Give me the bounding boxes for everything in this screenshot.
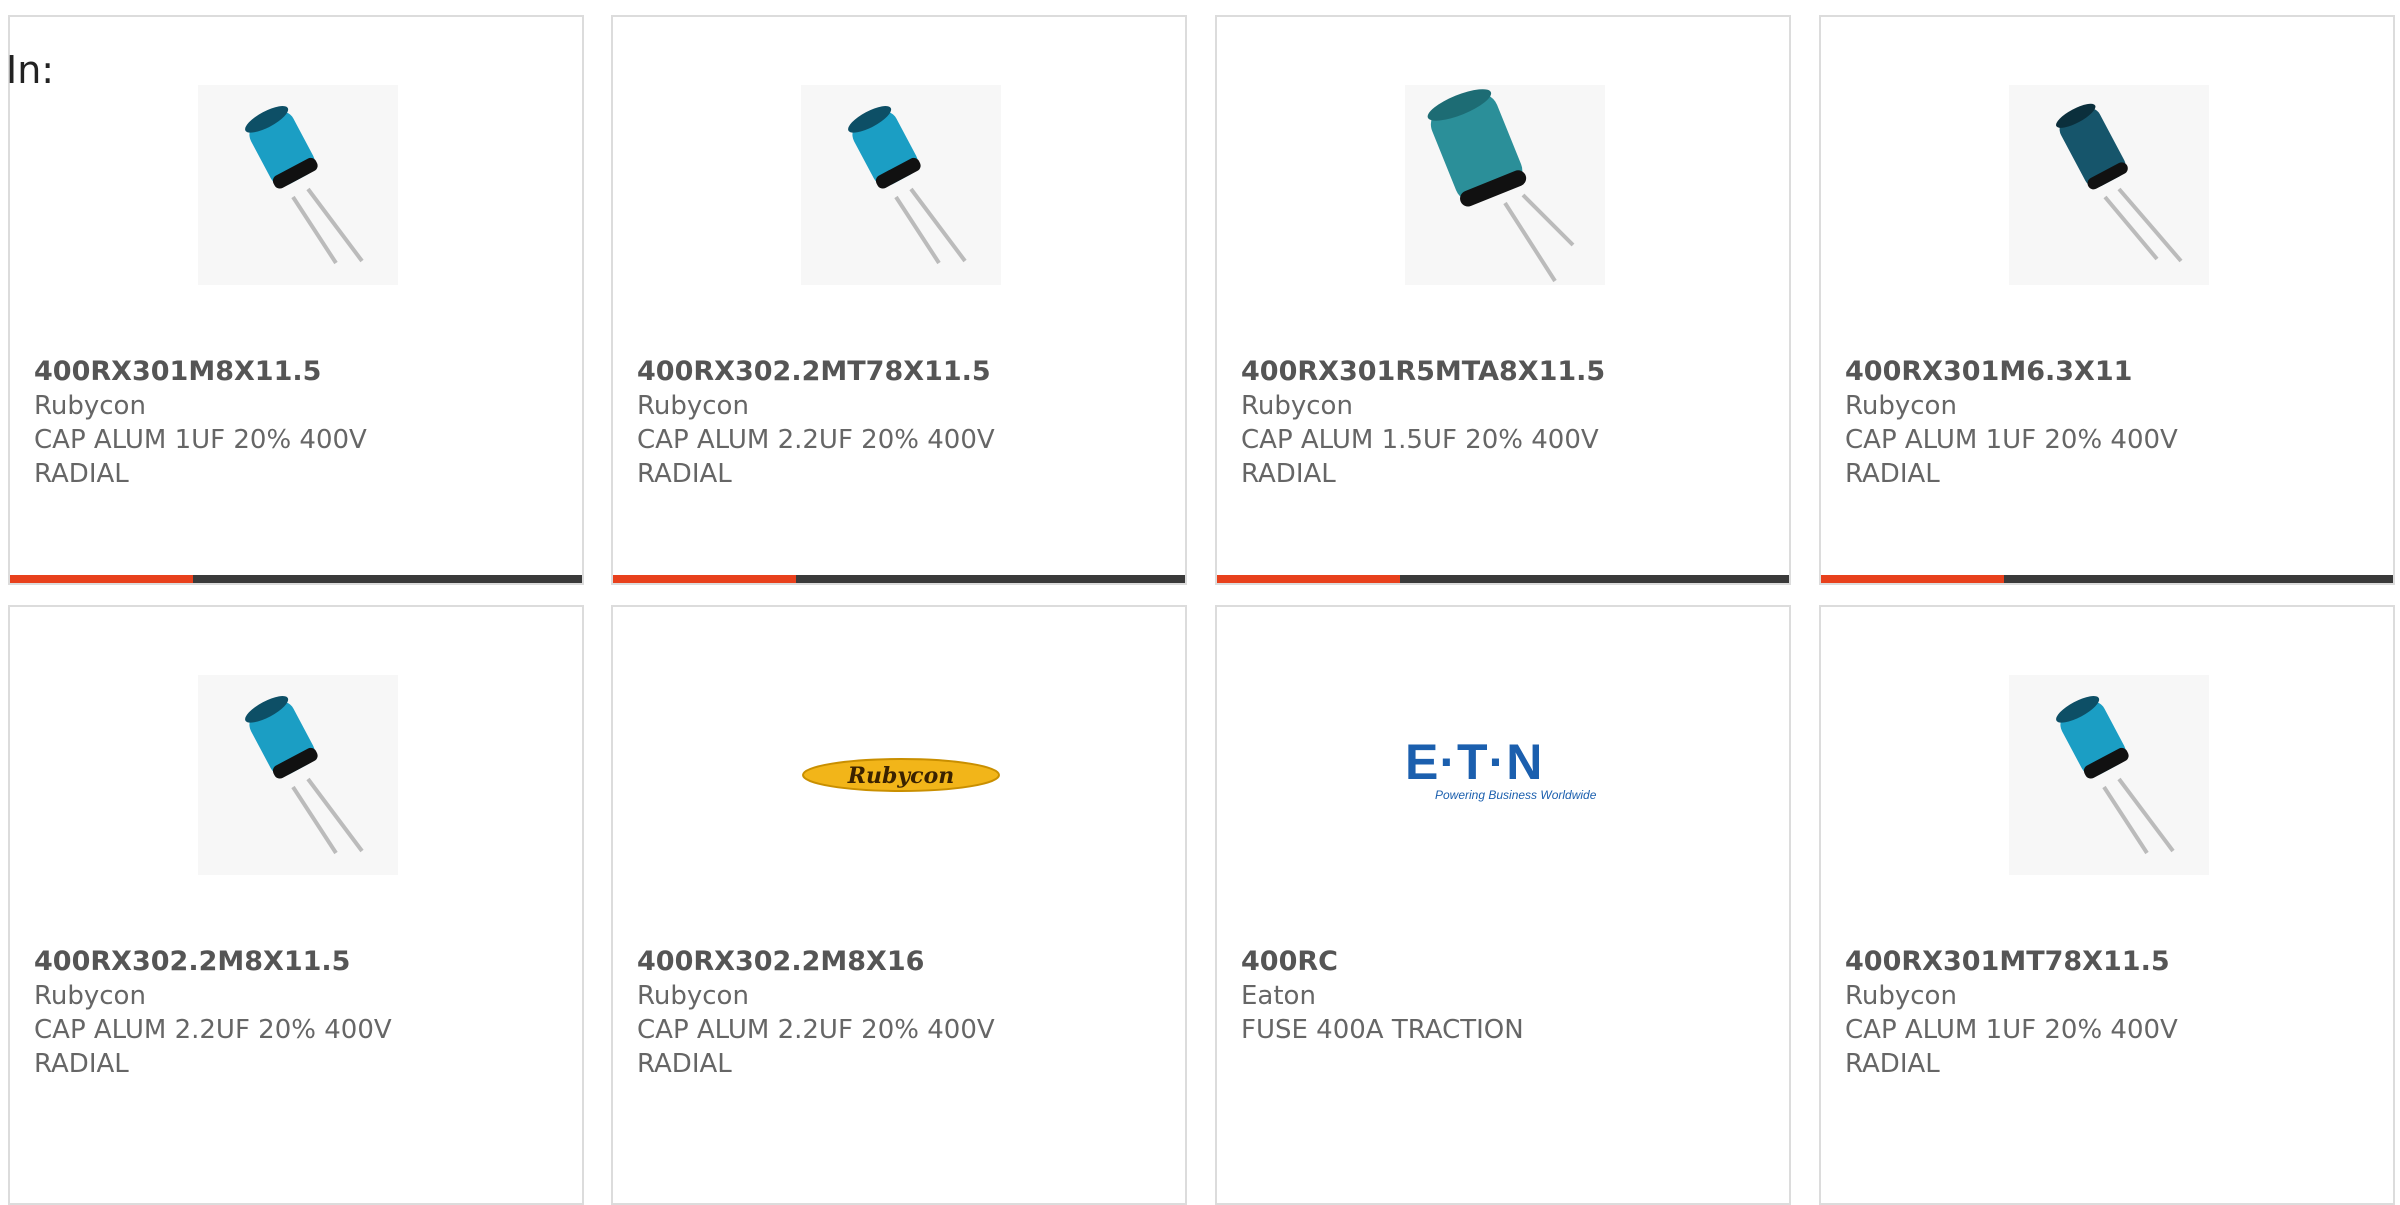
svg-text:Powering Business Worldwide: Powering Business Worldwide: [1435, 788, 1597, 802]
manufacturer: Rubycon: [637, 391, 749, 421]
description: FUSE 400A TRACTION: [1241, 1015, 1524, 1045]
card-accent: [1821, 575, 2004, 583]
manufacturer: Rubycon: [34, 391, 146, 421]
rubycon-logo: Rubycon: [802, 758, 1000, 792]
card-accent: [613, 575, 796, 583]
description-package: RADIAL: [1845, 459, 1940, 489]
product-image[interactable]: Rubycon: [801, 675, 1001, 875]
description-package: RADIAL: [1241, 459, 1336, 489]
part-number[interactable]: 400RX301R5MTA8X11.5: [1241, 355, 1769, 389]
manufacturer: Rubycon: [1845, 981, 1957, 1011]
part-number[interactable]: 400RX302.2MT78X11.5: [637, 355, 1165, 389]
description-package: RADIAL: [34, 459, 129, 489]
product-card[interactable]: 400RX302.2MT78X11.5 Rubycon CAP ALUM 2.2…: [611, 15, 1187, 585]
description: CAP ALUM 2.2UF 20% 400V: [637, 1015, 995, 1045]
product-image[interactable]: E·T·N Powering Business Worldwide: [1405, 675, 1605, 875]
card-footer-bar: [1821, 575, 2393, 583]
product-card[interactable]: 400RX301MT78X11.5 Rubycon CAP ALUM 1UF 2…: [1819, 605, 2395, 1205]
description: CAP ALUM 1UF 20% 400V: [34, 425, 367, 455]
card-footer-bar: [613, 575, 1185, 583]
card-accent: [10, 575, 193, 583]
product-image[interactable]: [1405, 85, 1605, 285]
svg-text:Rubycon: Rubycon: [847, 763, 955, 789]
description: CAP ALUM 2.2UF 20% 400V: [637, 425, 995, 455]
description: CAP ALUM 1UF 20% 400V: [1845, 425, 2178, 455]
product-card[interactable]: 400RX302.2M8X11.5 Rubycon CAP ALUM 2.2UF…: [8, 605, 584, 1205]
product-card[interactable]: 400RX301M8X11.5 Rubycon CAP ALUM 1UF 20%…: [8, 15, 584, 585]
product-card[interactable]: E·T·N Powering Business Worldwide 400RC …: [1215, 605, 1791, 1205]
part-number[interactable]: 400RX302.2M8X16: [637, 945, 1165, 979]
part-number[interactable]: 400RX301M6.3X11: [1845, 355, 2373, 389]
product-image[interactable]: [2009, 85, 2209, 285]
product-card[interactable]: Rubycon 400RX302.2M8X16 Rubycon CAP ALUM…: [611, 605, 1187, 1205]
manufacturer: Rubycon: [34, 981, 146, 1011]
description: CAP ALUM 1.5UF 20% 400V: [1241, 425, 1599, 455]
description: CAP ALUM 1UF 20% 400V: [1845, 1015, 2178, 1045]
description-package: RADIAL: [637, 459, 732, 489]
description-package: RADIAL: [1845, 1049, 1940, 1079]
capacitor-blue-icon: [2056, 696, 2175, 855]
product-card[interactable]: 400RX301M6.3X11 Rubycon CAP ALUM 1UF 20%…: [1819, 15, 2395, 585]
capacitor-blue-icon: [245, 696, 364, 855]
card-footer-bar: [10, 575, 582, 583]
part-number[interactable]: 400RX301MT78X11.5: [1845, 945, 2373, 979]
product-grid: 400RX301M8X11.5 Rubycon CAP ALUM 1UF 20%…: [8, 15, 2400, 1205]
capacitor-dark-icon: [2056, 103, 2183, 263]
manufacturer: Rubycon: [637, 981, 749, 1011]
part-number[interactable]: 400RC: [1241, 945, 1769, 979]
product-image[interactable]: [801, 85, 1001, 285]
capacitor-blue-icon: [848, 106, 967, 265]
product-card[interactable]: 400RX301R5MTA8X11.5 Rubycon CAP ALUM 1.5…: [1215, 15, 1791, 585]
part-number[interactable]: 400RX301M8X11.5: [34, 355, 562, 389]
svg-text:E·T·N: E·T·N: [1405, 734, 1543, 790]
card-accent: [1217, 575, 1400, 583]
product-image[interactable]: [198, 85, 398, 285]
capacitor-blue-icon: [245, 106, 364, 265]
filter-label: In:: [6, 48, 55, 92]
capacitor-teal-icon: [1427, 89, 1575, 283]
manufacturer: Rubycon: [1241, 391, 1353, 421]
description-package: RADIAL: [34, 1049, 129, 1079]
manufacturer: Rubycon: [1845, 391, 1957, 421]
manufacturer: Eaton: [1241, 981, 1316, 1011]
product-image[interactable]: [2009, 675, 2209, 875]
description: CAP ALUM 2.2UF 20% 400V: [34, 1015, 392, 1045]
description-package: RADIAL: [637, 1049, 732, 1079]
card-footer-bar: [1217, 575, 1789, 583]
part-number[interactable]: 400RX302.2M8X11.5: [34, 945, 562, 979]
eaton-logo: E·T·N Powering Business Worldwide: [1405, 734, 1597, 802]
product-image[interactable]: [198, 675, 398, 875]
